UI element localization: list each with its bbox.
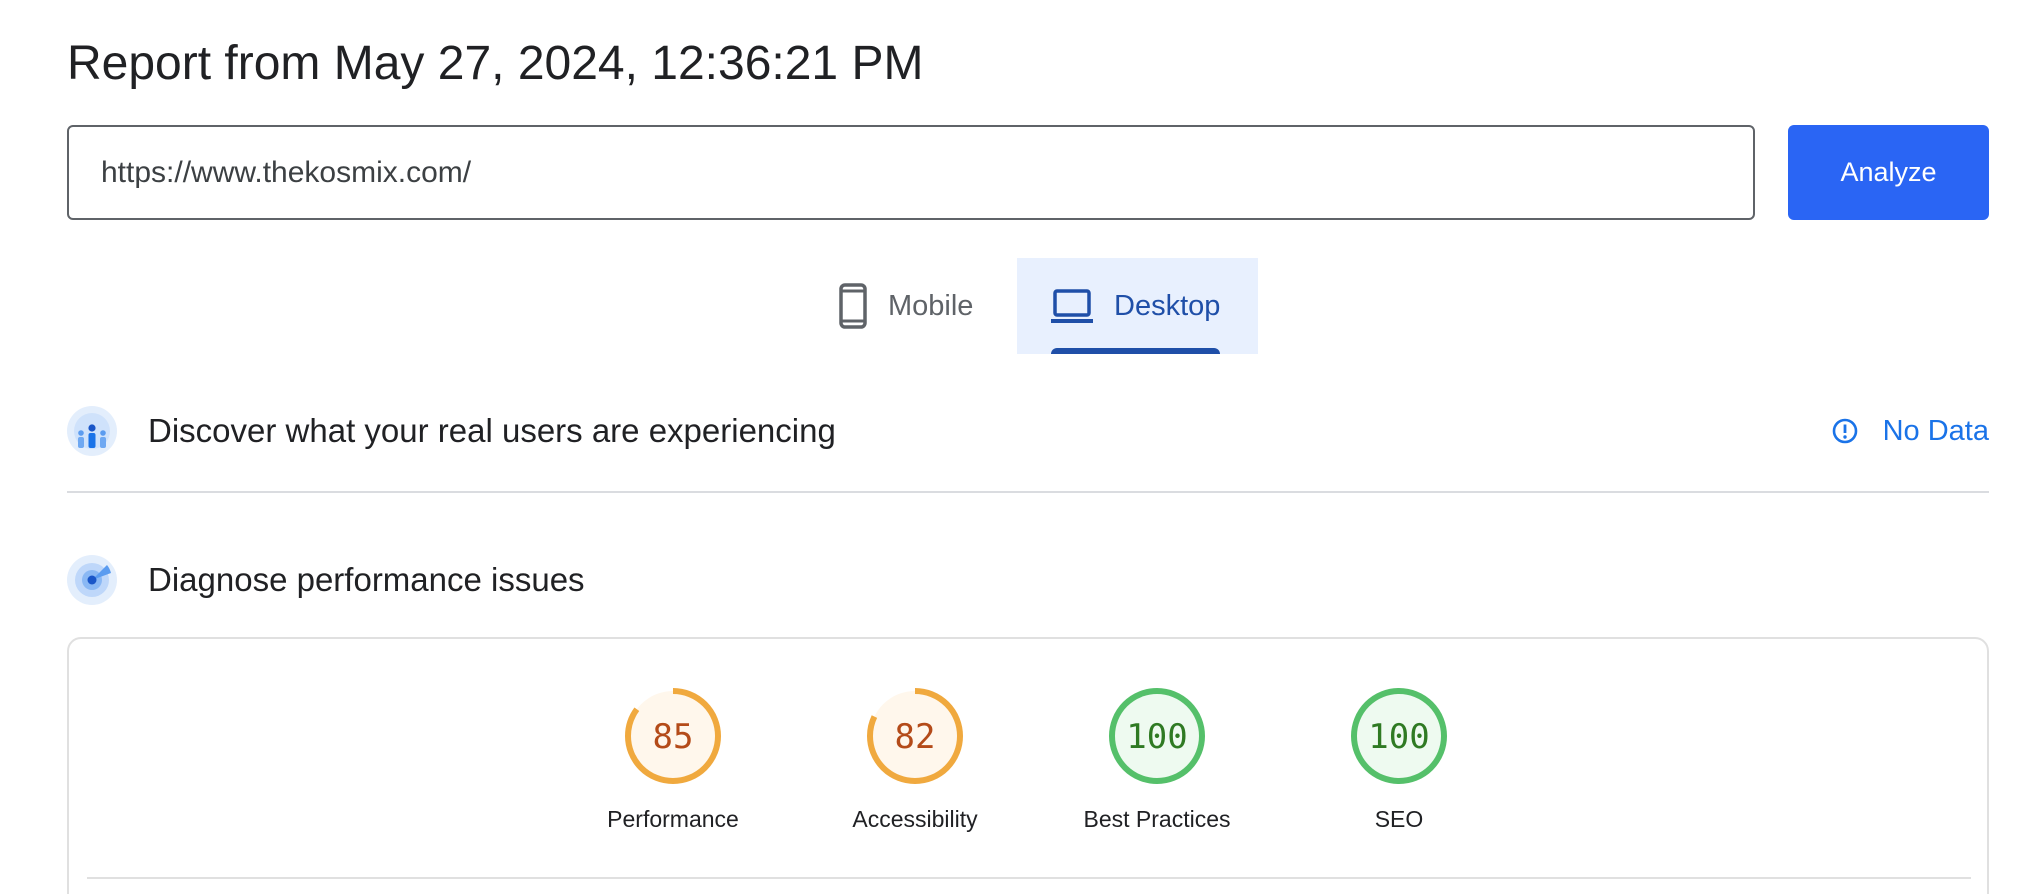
score-label: Accessibility [852, 806, 978, 832]
gauge-ring: 82 [867, 688, 963, 784]
url-field-container[interactable] [67, 125, 1755, 220]
card-divider [87, 877, 1971, 879]
analyze-button[interactable]: Analyze [1788, 125, 1989, 220]
gauge-ring: 100 [1351, 688, 1447, 784]
users-globe-icon [67, 406, 117, 456]
score-gauge-best-practices[interactable]: 100 Best Practices [1057, 686, 1257, 833]
score-gauge-performance[interactable]: 85 Performance [573, 686, 773, 833]
no-data-status[interactable]: No Data [1831, 405, 1989, 457]
crux-section-header: Discover what your real users are experi… [67, 405, 1989, 457]
smartphone-icon [838, 283, 868, 329]
info-circle-icon [1831, 417, 1859, 445]
no-data-label: No Data [1882, 414, 1989, 447]
laptop-icon [1050, 288, 1094, 324]
device-tabs: Mobile Desktop [820, 258, 1258, 354]
score-label: Best Practices [1083, 806, 1231, 832]
tab-desktop-label: Desktop [1114, 289, 1221, 322]
gauge-ring: 85 [625, 688, 721, 784]
page-title: Report from May 27, 2024, 12:36:21 PM [67, 37, 924, 90]
url-input[interactable] [99, 154, 1753, 191]
tab-desktop[interactable]: Desktop [1017, 258, 1258, 354]
score-value: 85 [653, 717, 694, 757]
score-value: 82 [895, 717, 936, 757]
score-gauge-seo[interactable]: 100 SEO [1299, 686, 1499, 833]
selected-tab-indicator [1051, 348, 1220, 354]
section-divider [67, 491, 1989, 493]
diagnose-section-header: Diagnose performance issues [67, 554, 1989, 606]
tab-mobile-label: Mobile [888, 289, 974, 322]
tab-mobile[interactable]: Mobile [820, 258, 1017, 354]
score-value: 100 [1126, 717, 1187, 757]
score-value: 100 [1368, 717, 1429, 757]
score-label: Performance [607, 806, 739, 832]
diagnose-section-title: Diagnose performance issues [148, 561, 585, 598]
radar-icon [67, 555, 117, 605]
score-label: SEO [1374, 806, 1424, 832]
gauge-ring: 100 [1109, 688, 1205, 784]
score-gauge-accessibility[interactable]: 82 Accessibility [815, 686, 1015, 833]
crux-section-title: Discover what your real users are experi… [148, 412, 836, 449]
pagespeed-report-page: Report from May 27, 2024, 12:36:21 PM An… [0, 0, 2036, 894]
category-scores-card: 85 Performance 82 Accessibility 100 Best… [67, 637, 1989, 894]
